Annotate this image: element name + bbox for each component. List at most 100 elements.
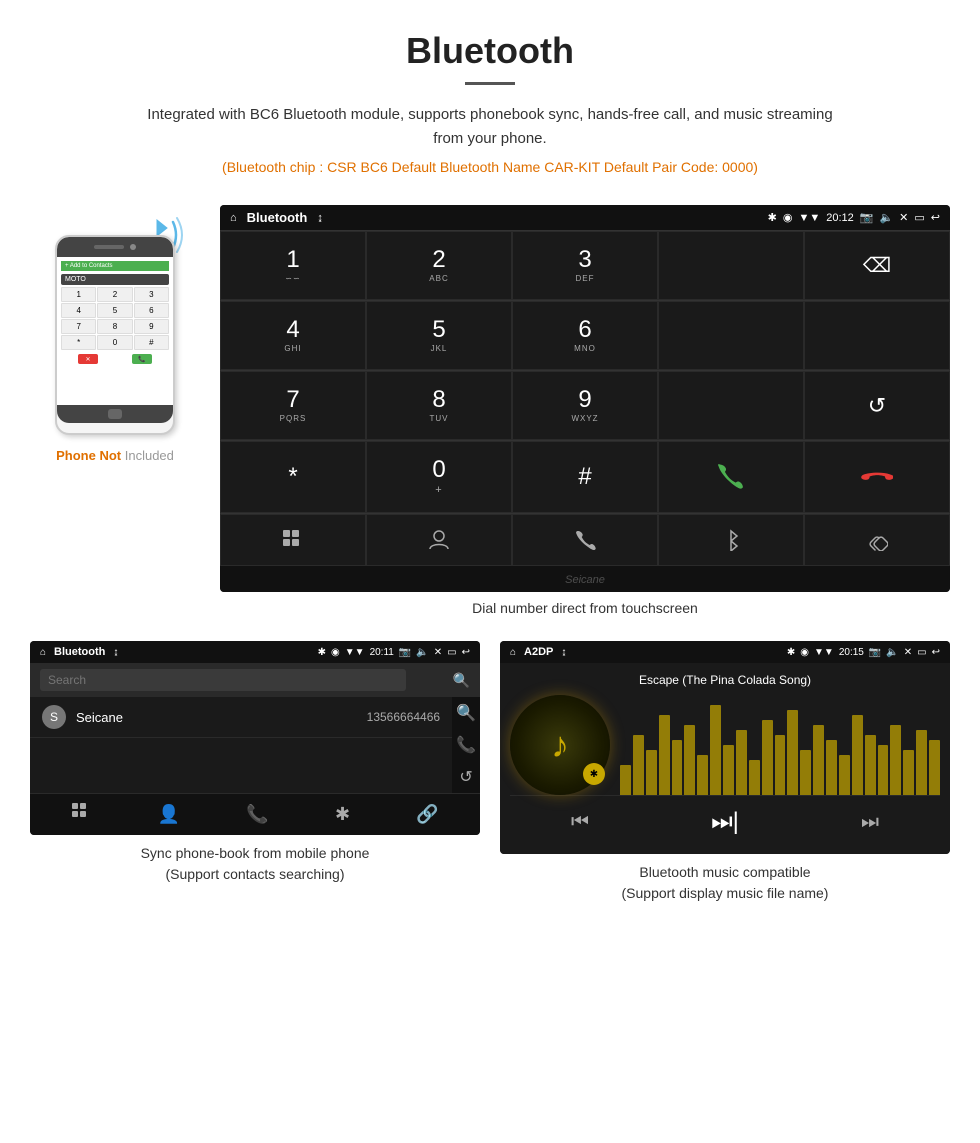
music-cam-icon[interactable]: 📷 <box>869 647 881 658</box>
eq-bar <box>710 705 721 795</box>
music-bt-icon: ✱ <box>787 647 795 658</box>
pb-bottom-apps-icon[interactable] <box>71 802 91 827</box>
contact-row-seicane[interactable]: S Seicane 13566664466 <box>30 697 452 738</box>
music-screen: ⌂ A2DP ↨ ✱ ◉ ▼▼ 20:15 📷 🔈 ✕ ▭ ↩ <box>500 641 950 854</box>
music-close-icon[interactable]: ✕ <box>904 647 912 658</box>
music-note-icon: ♪ <box>551 724 569 766</box>
dial-key-empty-r3 <box>658 371 804 440</box>
phone-sidebar: + Add to Contacts MOTO 123 456 789 *0# ✕… <box>30 205 200 463</box>
green-phone-icon <box>715 461 747 493</box>
dial-key-8[interactable]: 8 TUV <box>366 371 512 440</box>
music-win-icon[interactable]: ▭ <box>917 647 926 658</box>
pb-side-phone-icon[interactable]: 📞 <box>456 735 476 755</box>
music-loc-icon: ◉ <box>800 647 809 658</box>
eq-bar <box>684 725 695 795</box>
dial-key-star[interactable]: * <box>220 441 366 513</box>
music-home-icon[interactable]: ⌂ <box>510 647 516 658</box>
eq-bar <box>800 750 811 795</box>
phonebook-search-input[interactable] <box>40 669 406 691</box>
dial-screen-container: ⌂ Bluetooth ↨ ✱ ◉ ▼▼ 20:12 📷 🔈 ✕ ▭ ↩ <box>220 205 950 631</box>
eq-bar <box>865 735 876 795</box>
phonebook-bottom-bar: 👤 📞 ✱ 🔗 <box>30 793 480 835</box>
pb-side-refresh-icon[interactable]: ↺ <box>456 767 476 787</box>
dial-key-5[interactable]: 5 JKL <box>366 301 512 370</box>
pb-close-icon[interactable]: ✕ <box>434 647 442 658</box>
pb-vol-icon[interactable]: 🔈 <box>416 647 428 658</box>
phone-not-included-label: Phone Not Included <box>56 448 174 463</box>
pb-bottom-person-icon[interactable]: 👤 <box>157 804 179 825</box>
eq-bar <box>646 750 657 795</box>
dial-key-refresh[interactable]: ↺ <box>804 371 950 440</box>
dial-keypad-row1: 1 ∽∽ 2 ABC 3 DEF ⌫ <box>220 230 950 300</box>
pb-win-icon[interactable]: ▭ <box>447 647 456 658</box>
dial-key-empty-r2b <box>804 301 950 370</box>
dial-signal-icon: ▼▼ <box>798 212 820 224</box>
dial-bottom-phone-icon[interactable] <box>512 514 658 566</box>
dial-key-backspace[interactable]: ⌫ <box>804 231 950 300</box>
dial-bottom-bluetooth-icon[interactable] <box>658 514 804 566</box>
dial-window-icon[interactable]: ▭ <box>914 211 924 224</box>
music-prev-button[interactable]: ⏮ <box>561 807 599 838</box>
dial-home-icon[interactable]: ⌂ <box>230 212 237 224</box>
dial-key-empty-r1 <box>658 231 804 300</box>
pb-bottom-bluetooth-icon[interactable]: ✱ <box>335 804 350 825</box>
eq-bar <box>826 740 837 795</box>
dial-bottom-row <box>220 513 950 566</box>
pb-bottom-link-icon[interactable]: 🔗 <box>416 804 438 825</box>
pb-back-icon[interactable]: ↩ <box>462 647 470 658</box>
eq-bar <box>659 715 670 795</box>
dial-close-icon[interactable]: ✕ <box>899 211 908 224</box>
dial-keypad-row2: 4 GHI 5 JKL 6 MNO <box>220 300 950 370</box>
seicane-watermark: Seicane <box>565 574 605 586</box>
song-title: Escape (The Pina Colada Song) <box>639 673 811 687</box>
dial-key-7[interactable]: 7 PQRS <box>220 371 366 440</box>
dial-call-green-button[interactable] <box>658 441 804 513</box>
eq-bar <box>929 740 940 795</box>
search-icon[interactable]: 🔍 <box>453 672 470 689</box>
dial-caption: Dial number direct from touchscreen <box>220 600 950 616</box>
dial-key-0[interactable]: 0 + <box>366 441 512 513</box>
music-next-button[interactable]: ⏭ <box>851 807 889 838</box>
phonebook-side-icons: 🔍 📞 ↺ <box>452 697 480 793</box>
dial-bottom-apps-icon[interactable] <box>220 514 366 566</box>
pb-home-icon[interactable]: ⌂ <box>40 647 46 658</box>
music-caption: Bluetooth music compatible (Support disp… <box>500 862 950 904</box>
contact-avatar: S <box>42 705 66 729</box>
dial-key-3[interactable]: 3 DEF <box>512 231 658 300</box>
pb-side-search-icon[interactable]: 🔍 <box>456 703 476 723</box>
dial-key-6[interactable]: 6 MNO <box>512 301 658 370</box>
phonebook-caption: Sync phone-book from mobile phone (Suppo… <box>30 843 480 885</box>
dial-bottom-contacts-icon[interactable] <box>366 514 512 566</box>
album-art: ♪ ✱ <box>510 695 610 795</box>
pb-cam-icon[interactable]: 📷 <box>399 647 411 658</box>
eq-bar <box>787 710 798 795</box>
dial-key-9[interactable]: 9 WXYZ <box>512 371 658 440</box>
phonebook-search-bar: 🔍 <box>30 663 480 697</box>
dial-key-1[interactable]: 1 ∽∽ <box>220 231 366 300</box>
dial-key-hash[interactable]: # <box>512 441 658 513</box>
dial-key-4[interactable]: 4 GHI <box>220 301 366 370</box>
dial-back-icon[interactable]: ↩ <box>931 211 940 224</box>
phonebook-block: ⌂ Bluetooth ↨ ✱ ◉ ▼▼ 20:11 📷 🔈 ✕ ▭ ↩ <box>30 641 480 904</box>
eq-bar <box>775 735 786 795</box>
music-vol-icon[interactable]: 🔈 <box>886 647 898 658</box>
specs-line: (Bluetooth chip : CSR BC6 Default Blueto… <box>20 159 960 175</box>
music-main-content: Escape (The Pina Colada Song) ♪ ✱ ⏮ <box>500 663 950 854</box>
music-play-pause-button[interactable]: ⏭| <box>701 804 749 840</box>
eq-bar <box>749 760 760 795</box>
dial-bottom-link-icon[interactable] <box>804 514 950 566</box>
music-back-icon[interactable]: ↩ <box>932 647 940 658</box>
eq-bar <box>672 740 683 795</box>
dial-volume-icon[interactable]: 🔈 <box>879 211 893 224</box>
pb-bottom-phone-icon[interactable]: 📞 <box>246 804 268 825</box>
phonebook-content: S Seicane 13566664466 🔍 📞 ↺ <box>30 697 480 793</box>
dial-location-icon: ◉ <box>783 211 793 224</box>
dial-call-red-button[interactable] <box>804 441 950 513</box>
music-content-row: ♪ ✱ <box>510 695 940 795</box>
eq-bar <box>903 750 914 795</box>
music-block: ⌂ A2DP ↨ ✱ ◉ ▼▼ 20:15 📷 🔈 ✕ ▭ ↩ <box>500 641 950 904</box>
dial-key-2[interactable]: 2 ABC <box>366 231 512 300</box>
eq-bar <box>633 735 644 795</box>
dial-camera-icon[interactable]: 📷 <box>860 211 874 224</box>
contact-name: Seicane <box>76 710 367 725</box>
